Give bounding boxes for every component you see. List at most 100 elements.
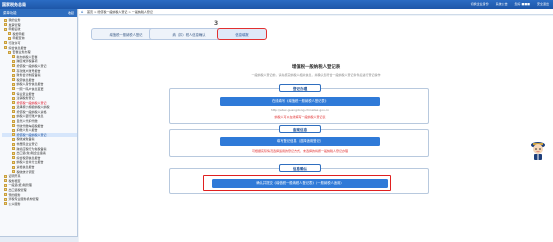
sidebar-item-label: 我的业务 [8, 18, 21, 22]
sidebar-item-label: 税收减免备案 [16, 137, 35, 142]
mascot-icon[interactable] [529, 139, 547, 161]
top-bar: 国家税务总局 切换企业身份 系统公告 您好 ■■■ 安全退出 [0, 0, 553, 9]
breadcrumb: ⌂ 首页 > 增值税一般纳税人登记 > 一般纳税人登记 [79, 9, 553, 15]
sidebar-item-label: 存款账户账号报告 [16, 68, 41, 73]
folder-icon [12, 59, 15, 63]
sidebar-item-label: 出口退税管理 [8, 187, 27, 192]
sidebar-item-label: 非居民企业登记 [16, 142, 38, 147]
sidebar-item-label: 资格信息报告 [16, 165, 35, 169]
folder-icon [12, 142, 15, 146]
folder-icon [4, 174, 7, 178]
sidebar-item-label: 税费申报 [12, 31, 25, 36]
sidebar-item-label: 财务会计制度备案 [16, 73, 41, 78]
folder-icon [4, 46, 7, 50]
sidebar-item-label: 纳税人身份信息报告 [16, 82, 44, 87]
sidebar-item-label: 一照一码户信息变更 [16, 86, 44, 91]
sidebar-item-label: 综合税源信息报告 [16, 155, 41, 160]
page-title: 增值税一般纳税人登记表 [291, 65, 341, 70]
folder-icon [12, 64, 15, 68]
folder-icon [4, 27, 7, 31]
sidebar-item-label: 增值税一般纳税人登记 [16, 132, 47, 137]
step-indicator: 增值税一般纳税人登记 纳（扣）税人信息确认 信息填报 3 [79, 20, 553, 42]
switch-identity-link[interactable]: 切换企业身份 [471, 2, 489, 6]
folder-icon [12, 96, 15, 100]
folder-icon [12, 105, 15, 109]
sidebar-item-label: 税务稽查 [8, 178, 21, 183]
sidebar-item-label: 新办纳税人套餐 [16, 54, 38, 59]
folder-icon [12, 133, 15, 137]
sidebar-item-label: 出口退(免)税企业备案 [16, 151, 46, 156]
sidebar-item-label: 增值税一般纳税人登记 [16, 63, 47, 68]
sidebar-item-label: 增值税一般纳税人登记 [16, 100, 47, 105]
folder-icon [4, 202, 7, 206]
sidebar-item-label: 涉税专业服务机构管理 [8, 197, 39, 202]
sidebar-item-label: 纳税人合并分立报告 [16, 160, 44, 165]
folder-icon [4, 18, 7, 22]
top-links: 切换企业身份 系统公告 您好 ■■■ 安全退出 [465, 2, 549, 7]
site-logo: 国家税务总局 [2, 1, 26, 7]
announcement-link[interactable]: 系统公告 [496, 2, 508, 6]
sidebar-item-label: 发票管理 [8, 22, 21, 27]
folder-icon [12, 128, 15, 132]
folder-icon [12, 55, 15, 59]
sidebar-item-label: 公众服务 [8, 201, 21, 206]
section-register: 登记办理 在线填写《增值税一般纳税人登记表》 http://etax.guang… [169, 84, 429, 124]
folder-icon [12, 147, 15, 151]
folder-icon [4, 188, 7, 192]
folder-icon [4, 41, 7, 45]
sidebar-item-label: 综合信息报告 [8, 45, 27, 50]
folder-icon [4, 23, 7, 27]
sidebar-item-label: 预约服务 [8, 192, 21, 197]
folder-icon [12, 165, 15, 169]
page-description: 一般纳税人登记前，请先核实纳税人相关信息，并确认您符合一般纳税人登记条件后进行登… [251, 73, 381, 77]
sidebar: 菜单功能 收起 我的业务 发票管理 申报征收 税费申报 申报查询 行政许可 综合信息报告 套餐… [0, 9, 78, 242]
section-title: 信息确认 [279, 164, 321, 172]
sidebar-item-label: 跨区域涉税事项 [16, 59, 38, 64]
sidebar-title: 菜单功能 [3, 11, 17, 15]
folder-icon [12, 73, 15, 77]
folder-icon [12, 92, 15, 95]
highlight-box [203, 175, 391, 191]
folder-icon [12, 87, 15, 91]
sidebar-item-label: 一般退(抵)税管理 [8, 183, 32, 188]
sidebar-item-label: 税源信息报告 [16, 77, 35, 82]
sidebar-item-label: 跨境应税行为免税备案 [16, 146, 47, 151]
folder-icon [12, 156, 15, 160]
folder-icon [12, 114, 15, 118]
home-icon[interactable]: ⌂ [81, 10, 85, 14]
sidebar-item[interactable]: 公众服务 [2, 202, 77, 207]
folder-icon [8, 32, 11, 36]
folder-icon [12, 124, 15, 128]
sidebar-item-label: 自然人代扣代缴 [16, 119, 38, 124]
sidebar-item-label: 停业复业报告 [16, 91, 35, 96]
fill-info-button[interactable]: 填写登记信息（选择适用登记） [220, 137, 380, 146]
folder-icon [4, 183, 7, 187]
folder-icon [12, 110, 15, 114]
folder-icon [8, 36, 11, 40]
sidebar-item-label: 纳税人银行账户信息 [16, 114, 44, 119]
step-3-active[interactable]: 信息填报 [217, 28, 267, 40]
folder-icon [4, 179, 7, 183]
user-greeting: 您好 ■■■ [514, 2, 531, 6]
folder-icon [12, 160, 15, 164]
section-note: 可根据实际情况选择适用的登记方式，未选择的将按一般纳税人登记办理 [251, 149, 348, 153]
section-url: http://etax.guangdong.chinatax.gov.cn [270, 108, 330, 112]
section-note: 纳税人可以在线填写一般纳税人登记表 [274, 115, 326, 119]
section-title: 登记办理 [279, 84, 321, 92]
sidebar-item-label: 申报征收 [8, 27, 21, 32]
folder-icon [12, 82, 15, 86]
sidebar-header: 菜单功能 收起 [0, 9, 77, 17]
sidebar-tree: 我的业务 发票管理 申报征收 税费申报 申报查询 行政许可 综合信息报告 套餐业务办理 新办纳税… [0, 17, 77, 206]
sidebar-footer [0, 236, 78, 242]
main-content: 增值税一般纳税人登记 纳（扣）税人信息确认 信息填报 3 增值税一般纳税人登记表… [79, 16, 553, 242]
breadcrumb-text: 首页 > 增值税一般纳税人登记 > 一般纳税人登记 [87, 10, 153, 14]
sidebar-item-label: 申报查询 [12, 36, 25, 41]
sidebar-collapse-button[interactable]: 收起 [68, 9, 74, 17]
logout-link[interactable]: 安全退出 [537, 2, 549, 6]
fill-form-button[interactable]: 在线填写《增值税一般纳税人登记表》 [220, 97, 380, 106]
sidebar-item-label: 套餐业务办理 [12, 50, 31, 55]
sidebar-item-label: 代收代缴车船税报告 [16, 123, 44, 128]
folder-icon [12, 78, 15, 82]
folder-icon [8, 50, 11, 54]
folder-icon [4, 197, 7, 201]
